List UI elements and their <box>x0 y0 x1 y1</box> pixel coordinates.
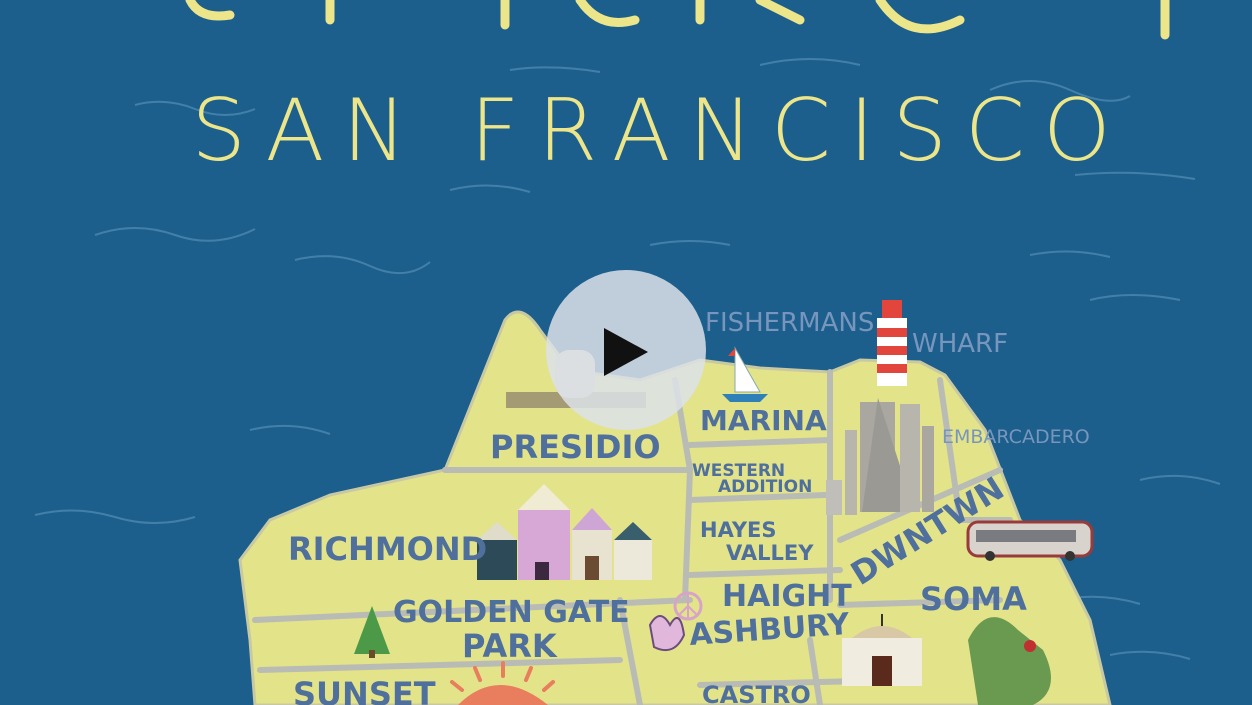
label-hayes: HAYES <box>700 518 777 542</box>
bus-icon <box>966 520 1094 561</box>
play-icon[interactable] <box>604 328 648 376</box>
label-castro: CASTRO <box>702 681 811 705</box>
label-fishermans: FISHERMANS <box>705 308 874 338</box>
poster-title: SAN FRANCISCO <box>191 81 1128 181</box>
video-poster[interactable]: SAN FRANCISCO FISHERMANS WHARF MARINA PR… <box>0 0 1252 705</box>
label-valley: VALLEY <box>726 541 814 565</box>
label-golden-gate: GOLDEN GATE <box>393 595 630 630</box>
label-marina: MARINA <box>700 404 827 437</box>
label-addition: ADDITION <box>718 477 812 497</box>
label-embarcadero: EMBARCADERO <box>942 426 1090 448</box>
label-wharf: WHARF <box>912 329 1008 359</box>
label-sunset: SUNSET <box>293 675 436 705</box>
label-park: PARK <box>462 627 558 665</box>
label-soma: SOMA <box>920 580 1027 618</box>
label-presidio: PRESIDIO <box>490 428 661 466</box>
label-richmond: RICHMOND <box>288 530 487 568</box>
